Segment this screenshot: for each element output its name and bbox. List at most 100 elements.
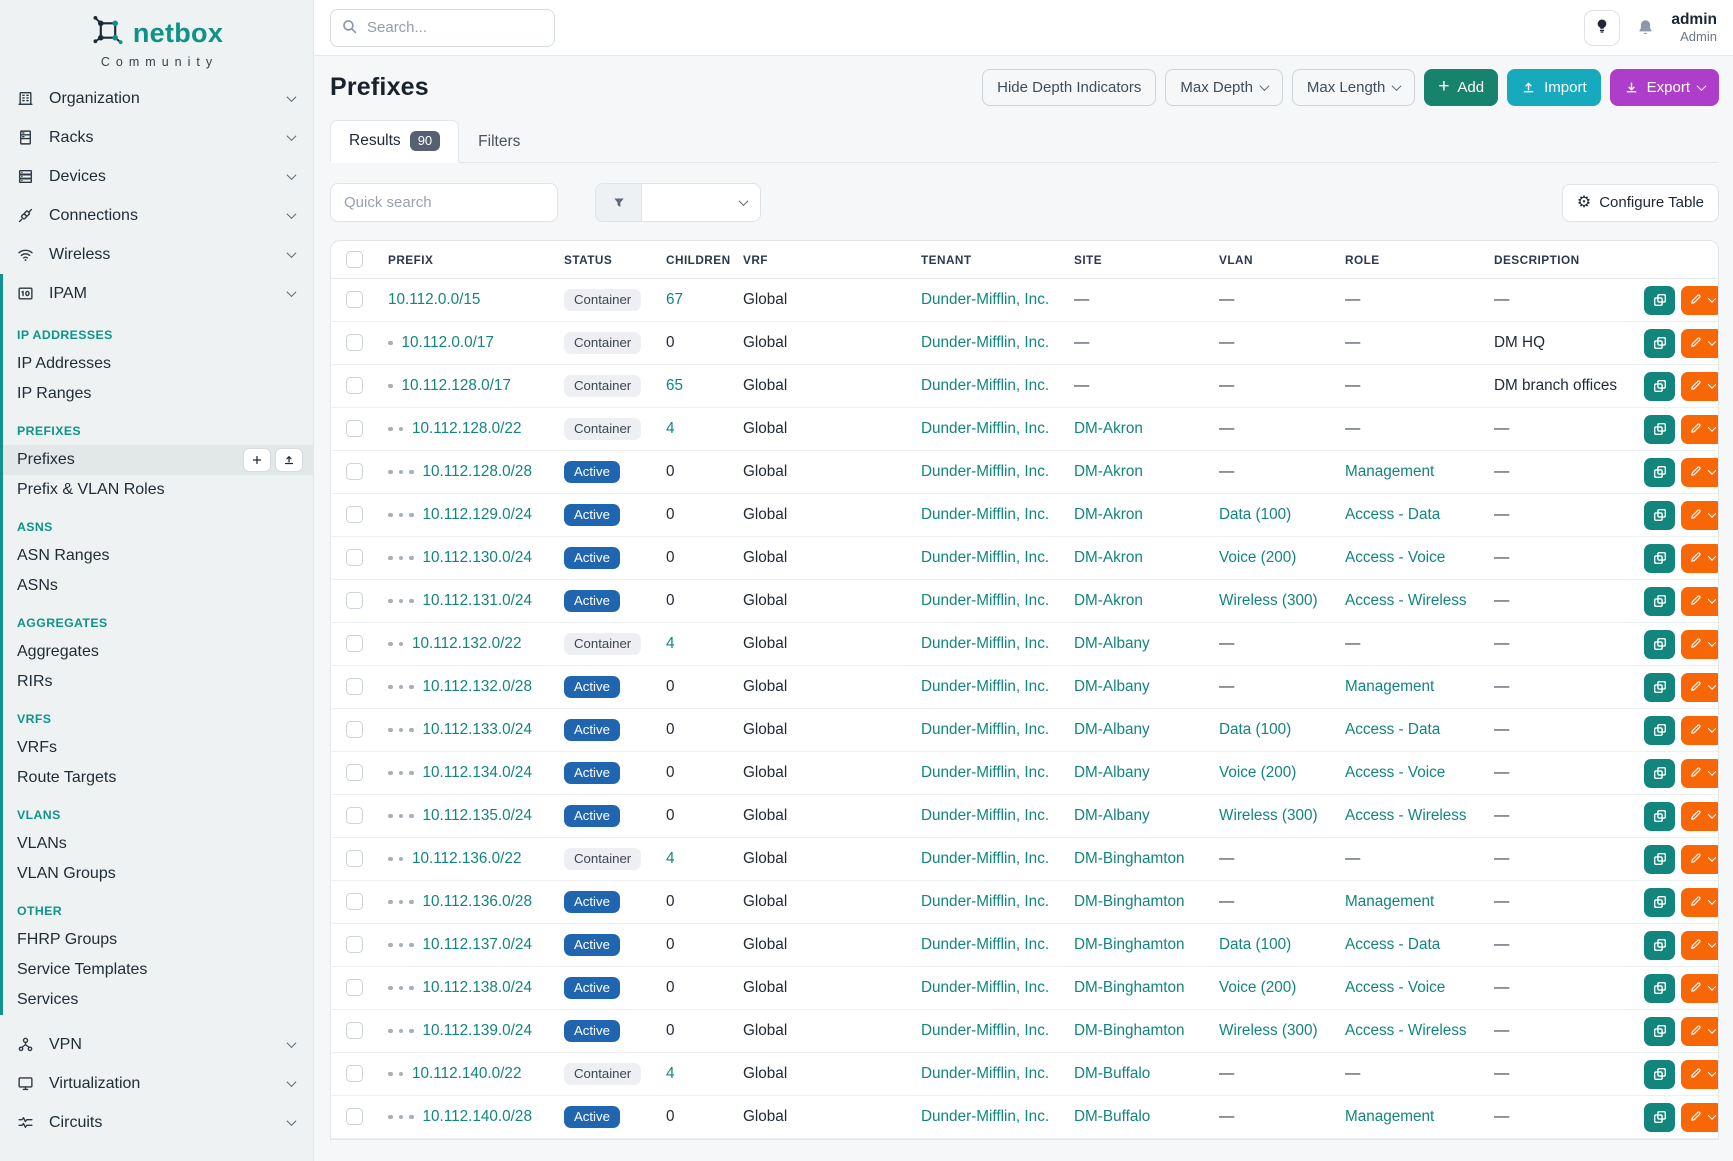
vlan-link[interactable]: Voice (200): [1219, 979, 1296, 996]
role-link[interactable]: Management: [1345, 1108, 1434, 1125]
prefix-link[interactable]: 10.112.129.0/24: [423, 506, 532, 523]
role-link[interactable]: Access - Voice: [1345, 549, 1445, 566]
sidebar-item-ipam[interactable]: IPAM: [3, 274, 313, 313]
sidebar-item-circuits[interactable]: Circuits: [0, 1103, 313, 1142]
sidebar-item-prefixes[interactable]: Prefixes: [3, 445, 313, 475]
prefix-link[interactable]: 10.112.135.0/24: [423, 807, 532, 824]
edit-button[interactable]: [1681, 845, 1719, 874]
tenant-link[interactable]: Dunder-Mifflin, Inc.: [921, 635, 1049, 652]
vlan-link[interactable]: Wireless (300): [1219, 592, 1318, 609]
clone-button[interactable]: [1644, 415, 1675, 444]
site-link[interactable]: DM-Buffalo: [1074, 1065, 1150, 1082]
edit-button[interactable]: [1681, 372, 1719, 401]
add-button[interactable]: +Add: [1424, 69, 1498, 106]
children-count[interactable]: 4: [666, 850, 675, 867]
row-checkbox[interactable]: [346, 721, 363, 738]
prefix-link[interactable]: 10.112.0.0/17: [402, 334, 494, 351]
clone-button[interactable]: [1644, 329, 1675, 358]
tenant-link[interactable]: Dunder-Mifflin, Inc.: [921, 1108, 1049, 1125]
export-button[interactable]: Export: [1610, 69, 1719, 106]
edit-button[interactable]: [1681, 1060, 1719, 1089]
clone-button[interactable]: [1644, 587, 1675, 616]
site-link[interactable]: DM-Binghamton: [1074, 936, 1185, 953]
column-header-children[interactable]: CHILDREN: [656, 241, 733, 279]
row-checkbox[interactable]: [346, 807, 363, 824]
add-prefix-button[interactable]: [243, 448, 271, 472]
clone-button[interactable]: [1644, 501, 1675, 530]
vlan-link[interactable]: Data (100): [1219, 721, 1291, 738]
site-link[interactable]: DM-Akron: [1074, 420, 1143, 437]
role-link[interactable]: Management: [1345, 463, 1434, 480]
site-link[interactable]: DM-Binghamton: [1074, 1022, 1185, 1039]
clone-button[interactable]: [1644, 544, 1675, 573]
row-checkbox[interactable]: [346, 334, 363, 351]
notifications-bell-icon[interactable]: [1636, 18, 1655, 37]
site-link[interactable]: DM-Akron: [1074, 592, 1143, 609]
site-link[interactable]: DM-Albany: [1074, 635, 1150, 652]
prefix-link[interactable]: 10.112.139.0/24: [423, 1022, 532, 1039]
edit-button[interactable]: [1681, 1017, 1719, 1046]
import-button[interactable]: Import: [1507, 69, 1601, 106]
row-checkbox[interactable]: [346, 377, 363, 394]
tenant-link[interactable]: Dunder-Mifflin, Inc.: [921, 420, 1049, 437]
prefix-link[interactable]: 10.112.128.0/28: [423, 463, 532, 480]
clone-button[interactable]: [1644, 1060, 1675, 1089]
tab-results[interactable]: Results 90: [330, 120, 459, 163]
tenant-link[interactable]: Dunder-Mifflin, Inc.: [921, 850, 1049, 867]
edit-button[interactable]: [1681, 458, 1719, 487]
prefix-link[interactable]: 10.112.136.0/22: [412, 850, 521, 867]
edit-button[interactable]: [1681, 544, 1719, 573]
role-link[interactable]: Access - Data: [1345, 506, 1440, 523]
sidebar-item-service-templates[interactable]: Service Templates: [3, 955, 313, 985]
tenant-link[interactable]: Dunder-Mifflin, Inc.: [921, 678, 1049, 695]
column-header-vrf[interactable]: VRF: [733, 241, 911, 279]
clone-button[interactable]: [1644, 1017, 1675, 1046]
filter-select-value[interactable]: [642, 184, 760, 221]
global-search-input[interactable]: [330, 9, 555, 47]
import-prefixes-button[interactable]: [275, 448, 303, 472]
edit-button[interactable]: [1681, 587, 1719, 616]
tenant-link[interactable]: Dunder-Mifflin, Inc.: [921, 334, 1049, 351]
row-checkbox[interactable]: [346, 463, 363, 480]
site-link[interactable]: DM-Akron: [1074, 506, 1143, 523]
role-link[interactable]: Access - Wireless: [1345, 807, 1467, 824]
clone-button[interactable]: [1644, 974, 1675, 1003]
edit-button[interactable]: [1681, 802, 1719, 831]
row-checkbox[interactable]: [346, 592, 363, 609]
row-checkbox[interactable]: [346, 549, 363, 566]
clone-button[interactable]: [1644, 372, 1675, 401]
edit-button[interactable]: [1681, 759, 1719, 788]
sidebar-item-racks[interactable]: Racks: [0, 118, 313, 157]
prefix-link[interactable]: 10.112.140.0/22: [412, 1065, 521, 1082]
edit-button[interactable]: [1681, 329, 1719, 358]
sidebar-item-ip-addresses[interactable]: IP Addresses: [3, 349, 313, 379]
role-link[interactable]: Management: [1345, 893, 1434, 910]
tenant-link[interactable]: Dunder-Mifflin, Inc.: [921, 506, 1049, 523]
row-checkbox[interactable]: [346, 420, 363, 437]
column-header-tenant[interactable]: TENANT: [911, 241, 1064, 279]
sidebar-item-fhrp-groups[interactable]: FHRP Groups: [3, 925, 313, 955]
tenant-link[interactable]: Dunder-Mifflin, Inc.: [921, 1065, 1049, 1082]
quick-search-input[interactable]: [330, 183, 558, 222]
sidebar-item-route-targets[interactable]: Route Targets: [3, 763, 313, 793]
row-checkbox[interactable]: [346, 635, 363, 652]
role-link[interactable]: Access - Voice: [1345, 979, 1445, 996]
edit-button[interactable]: [1681, 673, 1719, 702]
tenant-link[interactable]: Dunder-Mifflin, Inc.: [921, 592, 1049, 609]
theme-toggle-button[interactable]: [1584, 10, 1620, 46]
row-checkbox[interactable]: [346, 1065, 363, 1082]
role-link[interactable]: Access - Wireless: [1345, 1022, 1467, 1039]
tenant-link[interactable]: Dunder-Mifflin, Inc.: [921, 377, 1049, 394]
edit-button[interactable]: [1681, 1103, 1719, 1132]
children-count[interactable]: 4: [666, 420, 675, 437]
tenant-link[interactable]: Dunder-Mifflin, Inc.: [921, 979, 1049, 996]
tenant-link[interactable]: Dunder-Mifflin, Inc.: [921, 463, 1049, 480]
site-link[interactable]: DM-Binghamton: [1074, 893, 1185, 910]
site-link[interactable]: DM-Albany: [1074, 764, 1150, 781]
site-link[interactable]: DM-Buffalo: [1074, 1108, 1150, 1125]
edit-button[interactable]: [1681, 716, 1719, 745]
row-checkbox[interactable]: [346, 678, 363, 695]
sidebar-item-aggregates[interactable]: Aggregates: [3, 637, 313, 667]
max-depth-dropdown[interactable]: Max Depth: [1165, 69, 1283, 106]
role-link[interactable]: Management: [1345, 678, 1434, 695]
